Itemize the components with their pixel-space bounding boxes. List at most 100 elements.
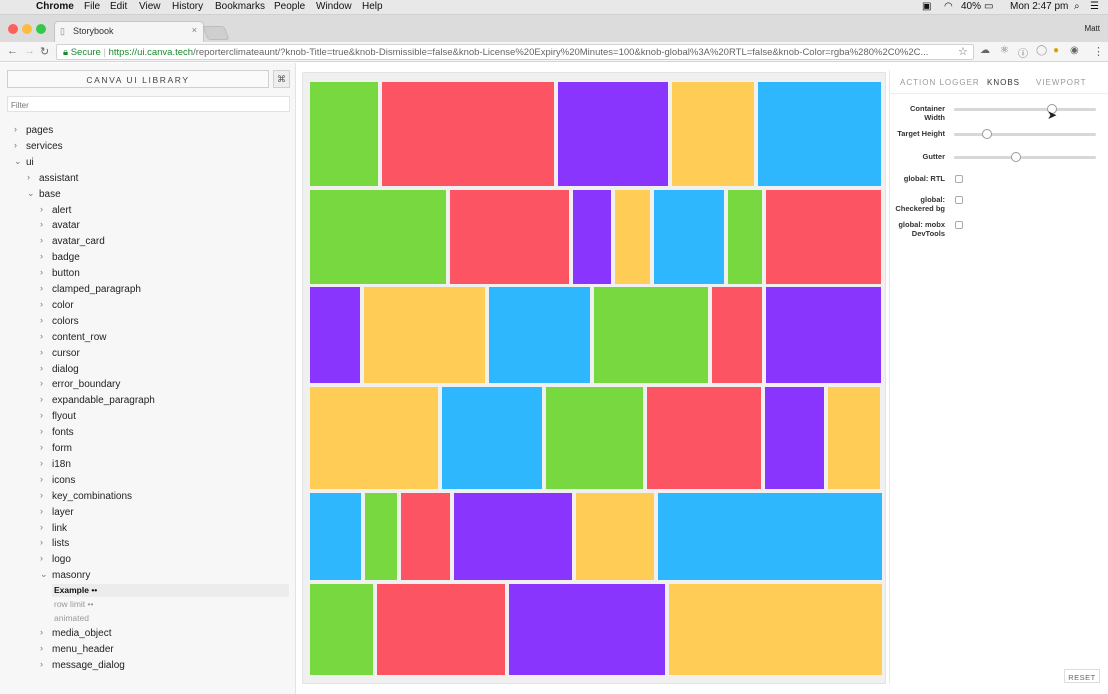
circle-extension-icon[interactable]: ◯ xyxy=(1036,45,1047,56)
tree-item-base[interactable]: ⌄ base xyxy=(0,188,295,203)
browser-tab[interactable]: ▯ Storybook × xyxy=(54,21,204,42)
tree-item-badge[interactable]: › badge xyxy=(0,251,295,266)
tab-knobs[interactable]: KNOBS xyxy=(987,78,1020,87)
menu-help[interactable]: Help xyxy=(362,1,383,12)
tree-item-clamped-paragraph[interactable]: › clamped_paragraph xyxy=(0,283,295,298)
tree-item-label: expandable_paragraph xyxy=(52,395,155,407)
spotlight-icon[interactable]: ⌕ xyxy=(1074,1,1080,12)
tree-item-link[interactable]: › link xyxy=(0,522,295,537)
reload-icon[interactable]: ↻ xyxy=(40,45,49,58)
tree-item-colors[interactable]: › colors xyxy=(0,315,295,330)
target-height-slider[interactable] xyxy=(954,129,1096,139)
tree-item-label: colors xyxy=(52,315,79,327)
menu-history[interactable]: History xyxy=(172,1,203,12)
container-width-slider[interactable] xyxy=(954,104,1096,114)
back-arrow-icon[interactable]: ← xyxy=(7,45,18,57)
menu-people[interactable]: People xyxy=(274,1,305,12)
chevron-right-icon: › xyxy=(40,219,43,230)
menu-view[interactable]: View xyxy=(139,1,161,12)
masonry-brick-yellow xyxy=(310,387,438,489)
honey-extension-icon[interactable]: ● xyxy=(1053,45,1059,56)
library-title-button[interactable]: CANVA UI LIBRARY xyxy=(7,70,269,88)
rtl-checkbox[interactable] xyxy=(955,175,963,183)
app-menu[interactable]: Chrome xyxy=(36,1,74,12)
tree-item-fonts[interactable]: › fonts xyxy=(0,426,295,441)
tab-action-logger[interactable]: ACTION LOGGER xyxy=(900,78,980,87)
tree-item-icons[interactable]: › icons xyxy=(0,474,295,489)
tree-item-pages[interactable]: › pages xyxy=(0,124,295,139)
profile-name[interactable]: Matt xyxy=(1084,24,1100,33)
masonry-brick-blue xyxy=(654,190,724,284)
tree-item-message-dialog[interactable]: › message_dialog xyxy=(0,659,295,674)
tree-item-flyout[interactable]: › flyout xyxy=(0,410,295,425)
chevron-right-icon: › xyxy=(14,124,17,134)
tree-item-masonry[interactable]: ⌄ masonry xyxy=(0,569,295,584)
story-item[interactable]: Example •• xyxy=(52,584,289,598)
masonry-brick-green xyxy=(594,287,708,383)
mouse-cursor-icon: ➤ xyxy=(1047,108,1058,122)
tree-item-menu-header[interactable]: › menu_header xyxy=(0,643,295,658)
tree-item-expandable-paragraph[interactable]: › expandable_paragraph xyxy=(0,394,295,409)
maximize-window-icon[interactable] xyxy=(36,24,46,34)
menu-bookmarks[interactable]: Bookmarks xyxy=(215,1,265,12)
bookmark-star-icon[interactable]: ☆ xyxy=(958,45,968,58)
tree-item-button[interactable]: › button xyxy=(0,267,295,282)
knob-label-rtl: global: RTL xyxy=(903,174,945,183)
menu-window[interactable]: Window xyxy=(316,1,352,12)
chrome-menu-icon[interactable]: ⋮ xyxy=(1093,45,1104,58)
info-extension-icon[interactable]: ⓘ xyxy=(1018,45,1028,60)
clock[interactable]: Mon 2:47 pm xyxy=(1010,1,1068,12)
filter-input[interactable] xyxy=(7,96,290,112)
knob-label-target-height: Target Height xyxy=(897,129,945,138)
mobx-devtools-checkbox[interactable] xyxy=(955,221,963,229)
close-window-icon[interactable] xyxy=(8,24,18,34)
slider-thumb[interactable] xyxy=(1011,152,1022,162)
new-tab-button[interactable] xyxy=(202,26,230,40)
reset-button[interactable]: RESET xyxy=(1064,669,1100,683)
tree-item-key-combinations[interactable]: › key_combinations xyxy=(0,490,295,505)
tree-item-avatar[interactable]: › avatar xyxy=(0,219,295,234)
masonry-brick-purple xyxy=(509,584,665,675)
tree-item-ui[interactable]: ⌄ ui xyxy=(0,156,295,171)
tree-item-media-object[interactable]: › media_object xyxy=(0,627,295,642)
menu-file[interactable]: File xyxy=(84,1,100,12)
url-host: https://ui.canva.tech xyxy=(108,47,194,58)
tree-item-alert[interactable]: › alert xyxy=(0,204,295,219)
tree-item-logo[interactable]: › logo xyxy=(0,553,295,568)
forward-arrow-icon[interactable]: → xyxy=(24,45,35,57)
keyboard-shortcuts-button[interactable]: ⌘ xyxy=(273,70,290,88)
tab-viewport[interactable]: VIEWPORT xyxy=(1036,78,1087,87)
tree-item-dialog[interactable]: › dialog xyxy=(0,362,295,378)
tree-item-assistant[interactable]: › assistant xyxy=(0,172,295,187)
chevron-right-icon: › xyxy=(40,394,43,405)
screen-record-icon[interactable]: ▣ xyxy=(922,1,931,12)
battery-icon[interactable]: ▭ xyxy=(984,1,993,12)
tree-item-cursor[interactable]: › cursor xyxy=(0,347,295,362)
notification-center-icon[interactable]: ☰ xyxy=(1090,1,1099,12)
tree-item-content-row[interactable]: › content_row xyxy=(0,331,295,346)
slider-thumb[interactable] xyxy=(981,129,992,139)
react-extension-icon[interactable]: ⚛ xyxy=(1000,45,1009,56)
chevron-right-icon: › xyxy=(40,235,43,246)
wifi-icon[interactable]: ◠ xyxy=(944,1,953,12)
story-item[interactable]: row limit •• xyxy=(54,598,93,611)
tree-item-error-boundary[interactable]: › error_boundary xyxy=(0,378,295,393)
tree-item-i18n[interactable]: › i18n xyxy=(0,458,295,473)
tree-item-avatar-card[interactable]: › avatar_card xyxy=(0,235,295,250)
tree-item-form[interactable]: › form xyxy=(0,442,295,457)
url-bar[interactable]: 🔒︎ Secure | https://ui.canva.tech/report… xyxy=(56,44,974,60)
masonry-brick-green xyxy=(310,190,446,284)
checkered-bg-checkbox[interactable] xyxy=(955,196,963,204)
tree-item-services[interactable]: › services xyxy=(0,140,295,155)
person-extension-icon[interactable]: ◉ xyxy=(1070,45,1079,56)
tree-item-lists[interactable]: › lists xyxy=(0,537,295,552)
close-tab-icon[interactable]: × xyxy=(192,25,197,35)
tree-item-layer[interactable]: › layer xyxy=(0,506,295,521)
chevron-right-icon: › xyxy=(40,362,43,373)
story-item[interactable]: animated xyxy=(54,612,89,625)
menu-edit[interactable]: Edit xyxy=(110,1,127,12)
gutter-slider[interactable] xyxy=(954,152,1096,162)
tree-item-color[interactable]: › color xyxy=(0,299,295,314)
cloud-extension-icon[interactable]: ☁ xyxy=(980,45,990,56)
minimize-window-icon[interactable] xyxy=(22,24,32,34)
